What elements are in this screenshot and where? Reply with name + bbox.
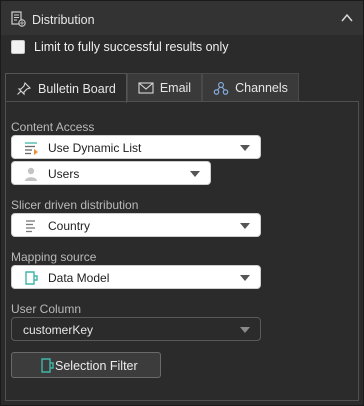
panel-header[interactable]: Distribution [1, 1, 363, 35]
tab-channels[interactable]: Channels [202, 73, 299, 102]
slicer-label: Slicer driven distribution [11, 198, 139, 212]
user-column-dropdown[interactable]: customerKey [11, 317, 261, 341]
dynamic-list-icon [25, 142, 38, 155]
data-model-icon [25, 271, 38, 285]
chevron-down-icon [240, 275, 250, 281]
channels-icon [213, 82, 229, 95]
user-icon [25, 167, 37, 181]
limit-successful-option[interactable]: Limit to fully successful results only [11, 39, 229, 55]
mapping-source-value: Data Model [48, 271, 110, 285]
selection-filter-button[interactable]: Selection Filter [11, 352, 161, 378]
filter-icon [41, 358, 54, 373]
tab-bulletin-board[interactable]: Bulletin Board [5, 73, 127, 103]
limit-successful-label: Limit to fully successful results only [34, 40, 229, 54]
users-value: Users [48, 167, 80, 181]
email-icon [138, 82, 154, 94]
content-access-value: Use Dynamic List [48, 141, 142, 155]
limit-successful-checkbox[interactable] [11, 40, 25, 54]
user-column-label: User Column [11, 302, 82, 316]
user-column-value: customerKey [23, 323, 94, 337]
tab-email-label: Email [159, 81, 192, 95]
slicer-value: Country [48, 219, 91, 233]
chevron-up-icon[interactable] [341, 13, 353, 23]
distribution-icon [11, 11, 26, 27]
chevron-down-icon [240, 223, 250, 229]
chevron-down-icon [190, 171, 200, 177]
slicer-dropdown[interactable]: Country [11, 213, 261, 237]
selection-filter-label: Selection Filter [55, 359, 138, 373]
tab-channels-label: Channels [235, 81, 288, 95]
users-dropdown[interactable]: Users [11, 161, 211, 185]
slicer-icon [26, 220, 35, 233]
tab-email[interactable]: Email [126, 73, 203, 102]
mapping-source-dropdown[interactable]: Data Model [11, 265, 261, 289]
chevron-down-icon [240, 145, 250, 151]
pin-icon [17, 81, 32, 95]
chevron-down-icon [240, 327, 250, 333]
tab-bulletin-board-label: Bulletin Board [38, 81, 116, 96]
content-access-dropdown[interactable]: Use Dynamic List [11, 135, 261, 159]
content-access-label: Content Access [11, 120, 95, 134]
panel-title: Distribution [32, 13, 95, 27]
mapping-source-label: Mapping source [11, 250, 97, 264]
distribution-tabs: Bulletin Board Email Channels [5, 73, 299, 103]
